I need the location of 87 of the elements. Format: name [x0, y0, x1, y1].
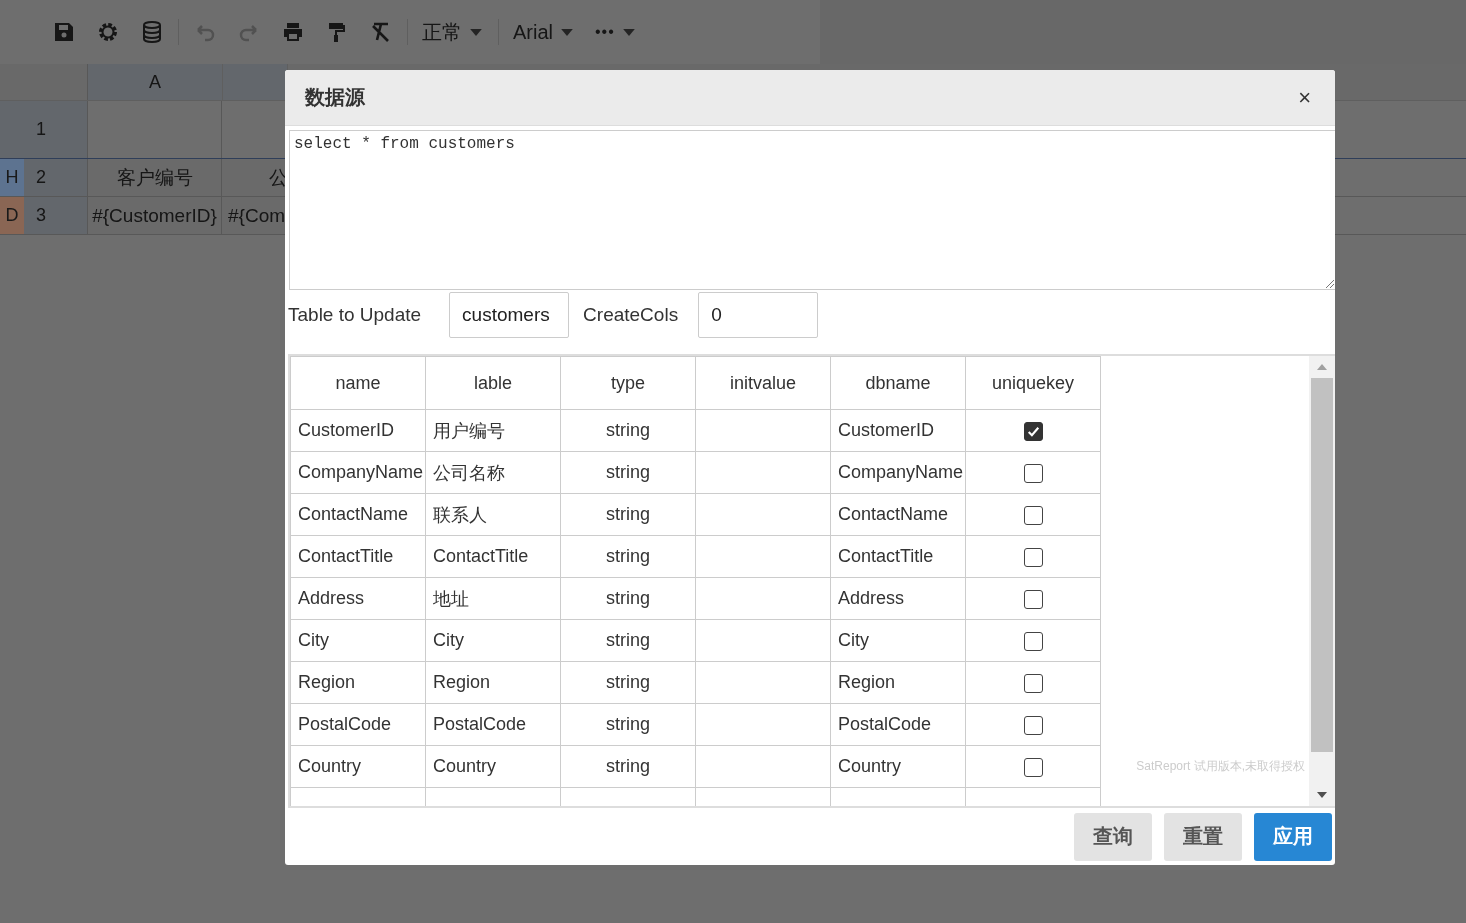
field-label: CreateCols [583, 304, 679, 326]
scroll-up-icon[interactable] [1317, 364, 1327, 370]
dialog-title: 数据源 [305, 85, 365, 110]
table-cell[interactable]: ContactName [290, 493, 426, 536]
caret-icon[interactable] [622, 28, 635, 36]
table-cell[interactable]: Address [290, 577, 426, 620]
scroll-down-icon[interactable] [1317, 792, 1327, 798]
scrollbar[interactable] [1309, 356, 1335, 806]
table-cell[interactable]: string [560, 535, 696, 578]
settings-icon[interactable] [96, 20, 120, 44]
table-cell[interactable]: string [560, 409, 696, 452]
checkbox[interactable] [1023, 589, 1043, 609]
close-button[interactable]: × [1294, 84, 1315, 111]
table-cell[interactable]: 联系人 [425, 493, 561, 536]
table-cell[interactable]: string [560, 745, 696, 788]
table-cell[interactable] [695, 577, 831, 620]
table-cell[interactable]: CustomerID [830, 409, 966, 452]
caret-icon[interactable] [470, 28, 482, 36]
table-cell[interactable]: 公司名称 [425, 451, 561, 494]
table-cell[interactable]: City [290, 619, 426, 662]
print-icon[interactable] [281, 20, 305, 44]
checkbox[interactable] [1023, 631, 1043, 651]
checkbox[interactable] [1023, 673, 1043, 693]
save-icon[interactable] [52, 20, 76, 44]
table-cell[interactable]: City [425, 619, 561, 662]
table-cell[interactable]: 地址 [425, 577, 561, 620]
table-cell[interactable]: PostalCode [830, 703, 966, 746]
table-cell[interactable]: PostalCode [425, 703, 561, 746]
table-cell[interactable] [695, 661, 831, 704]
table-cell[interactable] [695, 493, 831, 536]
font-select[interactable]: Arial [513, 20, 553, 44]
table-cell[interactable] [695, 619, 831, 662]
table-cell[interactable] [695, 703, 831, 746]
table-cell[interactable]: Country [830, 745, 966, 788]
column-header: initvalue [695, 356, 831, 410]
table-cell[interactable] [695, 745, 831, 788]
table-cell[interactable]: Region [425, 661, 561, 704]
table-to-update-field[interactable]: customers [449, 292, 570, 338]
table-cell[interactable]: CompanyName [830, 451, 966, 494]
table-cell[interactable] [695, 535, 831, 578]
column-header: dbname [830, 356, 966, 410]
table-cell[interactable]: Region [830, 661, 966, 704]
table-cell[interactable]: CompanyName [290, 451, 426, 494]
row-marker: H [0, 159, 24, 196]
checkbox[interactable] [1023, 715, 1043, 735]
table-cell[interactable] [695, 451, 831, 494]
table-cell[interactable]: string [560, 619, 696, 662]
create-cols-field[interactable]: 0 [698, 292, 819, 338]
table-cell[interactable]: ContactTitle [290, 535, 426, 578]
table-cell[interactable]: PostalCode [290, 703, 426, 746]
checkbox[interactable] [1023, 757, 1043, 777]
checkbox[interactable] [1023, 505, 1043, 525]
table-cell[interactable]: Country [290, 745, 426, 788]
field-label: Table to Update [288, 304, 422, 326]
table-cell[interactable]: Region [290, 661, 426, 704]
column-header[interactable] [223, 64, 288, 100]
table-cell[interactable]: ContactName [830, 493, 966, 536]
column-header: name [290, 356, 426, 410]
table-cell[interactable] [695, 409, 831, 452]
table-cell[interactable]: 用户编号 [425, 409, 561, 452]
table-cell[interactable]: string [560, 451, 696, 494]
checkbox[interactable] [1023, 463, 1043, 483]
database-icon[interactable] [140, 20, 164, 44]
table-cell[interactable]: ContactTitle [830, 535, 966, 578]
table-cell[interactable]: City [830, 619, 966, 662]
row-marker: D [0, 197, 24, 234]
table-cell[interactable]: string [560, 577, 696, 620]
dialog-button[interactable]: 查询 [1074, 812, 1152, 861]
style-select[interactable]: 正常 [422, 18, 462, 46]
table-cell[interactable]: string [560, 703, 696, 746]
checkbox[interactable] [1023, 547, 1043, 567]
more-button[interactable]: ••• [595, 23, 615, 41]
table-cell[interactable]: Country [425, 745, 561, 788]
column-header: uniquekey [965, 356, 1101, 410]
resize-grip-icon[interactable] [1326, 280, 1334, 288]
sql-field[interactable]: select * from customers [289, 130, 1335, 290]
table-cell[interactable]: Address [830, 577, 966, 620]
dialog-button[interactable]: 重置 [1164, 812, 1242, 861]
table-cell[interactable]: string [560, 493, 696, 536]
caret-icon[interactable] [561, 28, 573, 36]
column-header: lable [425, 356, 561, 410]
table-cell[interactable]: CustomerID [290, 409, 426, 452]
apply-button[interactable]: 应用 [1254, 812, 1332, 861]
table-cell[interactable]: ContactTitle [425, 535, 561, 578]
column-header: type [560, 356, 696, 410]
table-cell[interactable]: string [560, 661, 696, 704]
checkbox[interactable] [1023, 421, 1043, 441]
